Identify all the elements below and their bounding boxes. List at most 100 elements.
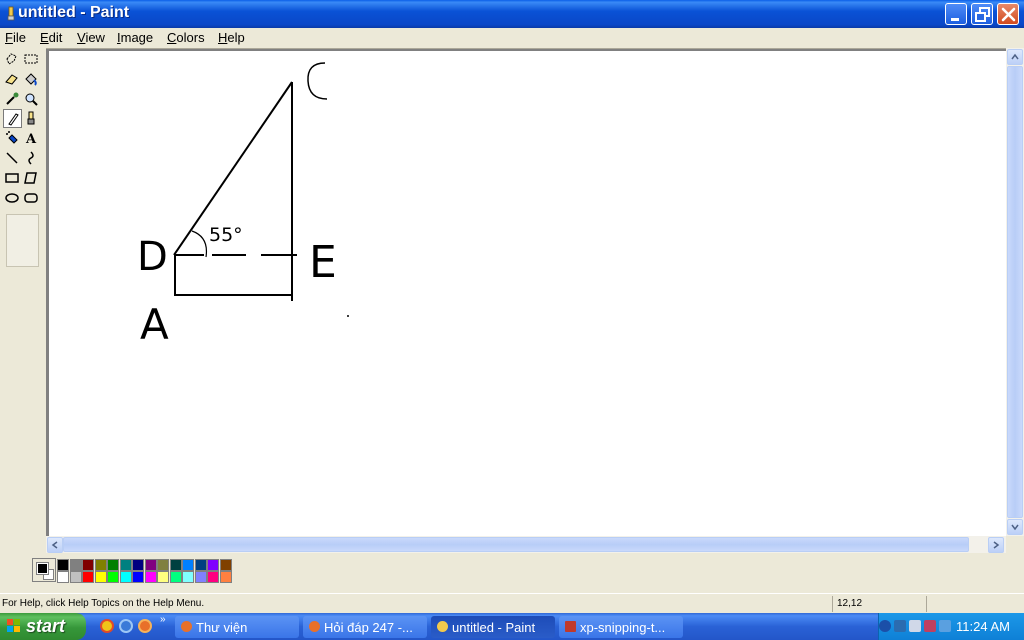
polygon-tool[interactable] <box>22 169 41 188</box>
color-swatch[interactable] <box>194 571 207 583</box>
horizontal-scroll-thumb[interactable] <box>63 537 969 552</box>
airbrush-tool[interactable] <box>3 129 22 148</box>
task-hoi-dap[interactable]: Hỏi đáp 247 -... <box>303 616 427 638</box>
restore-button[interactable] <box>971 3 993 25</box>
bracket-mark <box>307 62 328 100</box>
volume-icon[interactable] <box>909 620 921 632</box>
clock[interactable]: 11:24 AM <box>956 619 1010 634</box>
color-swatch[interactable] <box>144 571 157 583</box>
menu-image[interactable]: Image <box>117 30 153 45</box>
start-button[interactable]: start <box>0 613 86 640</box>
color-swatch[interactable] <box>169 559 182 571</box>
color-swatch[interactable] <box>207 571 219 583</box>
free-form-select-icon <box>6 53 17 65</box>
line-tool[interactable] <box>3 149 22 168</box>
color-swatch[interactable] <box>69 559 82 571</box>
scroll-left-button[interactable] <box>47 537 63 553</box>
quick-launch-chrome-icon[interactable] <box>100 619 114 633</box>
pencil-tool[interactable] <box>3 109 22 128</box>
menu-colors[interactable]: Colors <box>167 30 205 45</box>
text-icon: A <box>25 132 37 146</box>
color-swatch[interactable] <box>57 571 69 583</box>
current-colors[interactable] <box>32 558 56 582</box>
horizontal-scrollbar[interactable] <box>46 536 1006 553</box>
color-swatch[interactable] <box>82 559 94 571</box>
text-tool[interactable]: A <box>22 129 41 148</box>
vertical-scroll-thumb[interactable] <box>1007 66 1023 518</box>
color-swatch[interactable] <box>169 571 182 583</box>
system-tray: 11:24 AM <box>878 613 1024 640</box>
menu-view[interactable]: View <box>77 30 105 45</box>
color-swatch[interactable] <box>107 571 119 583</box>
color-swatch[interactable] <box>94 559 107 571</box>
color-swatch[interactable] <box>69 571 82 583</box>
color-swatch[interactable] <box>157 559 169 571</box>
tool-options-box[interactable] <box>6 214 39 267</box>
security-icon[interactable] <box>924 620 936 632</box>
pick-color-tool[interactable] <box>3 90 22 109</box>
menu-file[interactable]: File <box>5 30 26 45</box>
color-swatch[interactable] <box>182 559 194 571</box>
color-swatch[interactable] <box>144 559 157 571</box>
color-swatch[interactable] <box>207 559 219 571</box>
firefox-icon <box>181 621 192 632</box>
menu-help[interactable]: Help <box>218 30 245 45</box>
color-swatch[interactable] <box>219 559 232 571</box>
vertical-scrollbar[interactable] <box>1006 48 1024 536</box>
color-swatch[interactable] <box>94 571 107 583</box>
drawing: D E A 55° <box>137 62 349 349</box>
scroll-down-button[interactable] <box>1007 519 1023 535</box>
minimize-button[interactable] <box>945 3 967 25</box>
chevron-down-icon <box>1011 524 1019 531</box>
free-form-select-tool[interactable] <box>3 50 22 69</box>
stray-dot <box>347 315 349 317</box>
color-swatch[interactable] <box>119 571 132 583</box>
quick-launch-ie-icon[interactable] <box>119 619 133 633</box>
rounded-rectangle-tool[interactable] <box>22 189 41 208</box>
menu-edit[interactable]: Edit <box>40 30 62 45</box>
curve-tool[interactable] <box>22 149 41 168</box>
task-thu-vien[interactable]: Thư viện <box>175 616 299 638</box>
magnifier-tool[interactable] <box>22 90 41 109</box>
color-swatch[interactable] <box>157 571 169 583</box>
scroll-corner <box>1006 536 1024 553</box>
task-xp-snipping[interactable]: xp-snipping-t... <box>559 616 683 638</box>
rectangle-tool[interactable] <box>3 169 22 188</box>
color-swatch[interactable] <box>219 571 232 583</box>
brush-tool[interactable] <box>22 109 41 128</box>
tray-toggle-icon[interactable] <box>879 620 891 632</box>
restore-icon <box>975 7 990 22</box>
color-swatch[interactable] <box>194 559 207 571</box>
quick-launch-more-icon[interactable]: » <box>160 614 166 625</box>
color-swatch[interactable] <box>82 571 94 583</box>
eraser-tool[interactable] <box>3 70 22 89</box>
color-swatch[interactable] <box>107 559 119 571</box>
color-swatch[interactable] <box>57 559 69 571</box>
network-icon[interactable] <box>894 620 906 632</box>
color-swatch[interactable] <box>132 571 144 583</box>
label-a: A <box>140 300 169 349</box>
select-icon <box>24 54 38 64</box>
color-swatch[interactable] <box>119 559 132 571</box>
scroll-right-button[interactable] <box>988 537 1004 553</box>
drawing-canvas[interactable]: D E A 55° <box>49 51 1006 537</box>
fill-tool[interactable] <box>22 70 41 89</box>
start-label: start <box>26 616 66 636</box>
close-button[interactable] <box>997 3 1019 25</box>
connection-icon[interactable] <box>939 620 951 632</box>
curve-icon <box>28 151 34 165</box>
color-swatch[interactable] <box>182 571 194 583</box>
brush-icon <box>27 111 35 125</box>
ellipse-tool[interactable] <box>3 189 22 208</box>
line-icon <box>6 152 18 164</box>
task-untitled-paint[interactable]: untitled - Paint <box>431 616 555 638</box>
foreground-color[interactable] <box>36 562 49 575</box>
color-swatch[interactable] <box>132 559 144 571</box>
task-label: Thư viện <box>196 620 248 635</box>
title-bar[interactable]: untitled - Paint <box>0 0 1024 28</box>
task-label: Hỏi đáp 247 -... <box>324 620 413 635</box>
menu-bar: File Edit View Image Colors Help <box>0 28 1024 46</box>
quick-launch-firefox-icon[interactable] <box>138 619 152 633</box>
scroll-up-button[interactable] <box>1007 49 1023 65</box>
select-tool[interactable] <box>22 50 41 69</box>
